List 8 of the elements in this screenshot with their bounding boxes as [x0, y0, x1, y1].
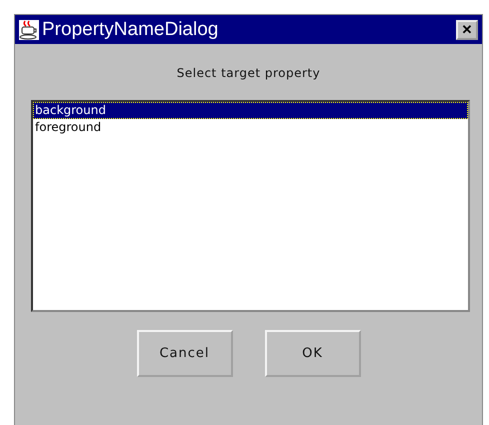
- close-button[interactable]: ✕: [456, 20, 478, 40]
- dialog-button[interactable]: Cancel: [136, 330, 232, 377]
- list-item[interactable]: foreground: [33, 119, 468, 136]
- list-item[interactable]: background: [33, 102, 468, 119]
- prompt-label: Select target property: [176, 66, 322, 80]
- dialog-button[interactable]: OK: [264, 330, 360, 377]
- window-title: PropertyNameDialog: [42, 18, 220, 40]
- coffee-cup-icon: [19, 20, 39, 40]
